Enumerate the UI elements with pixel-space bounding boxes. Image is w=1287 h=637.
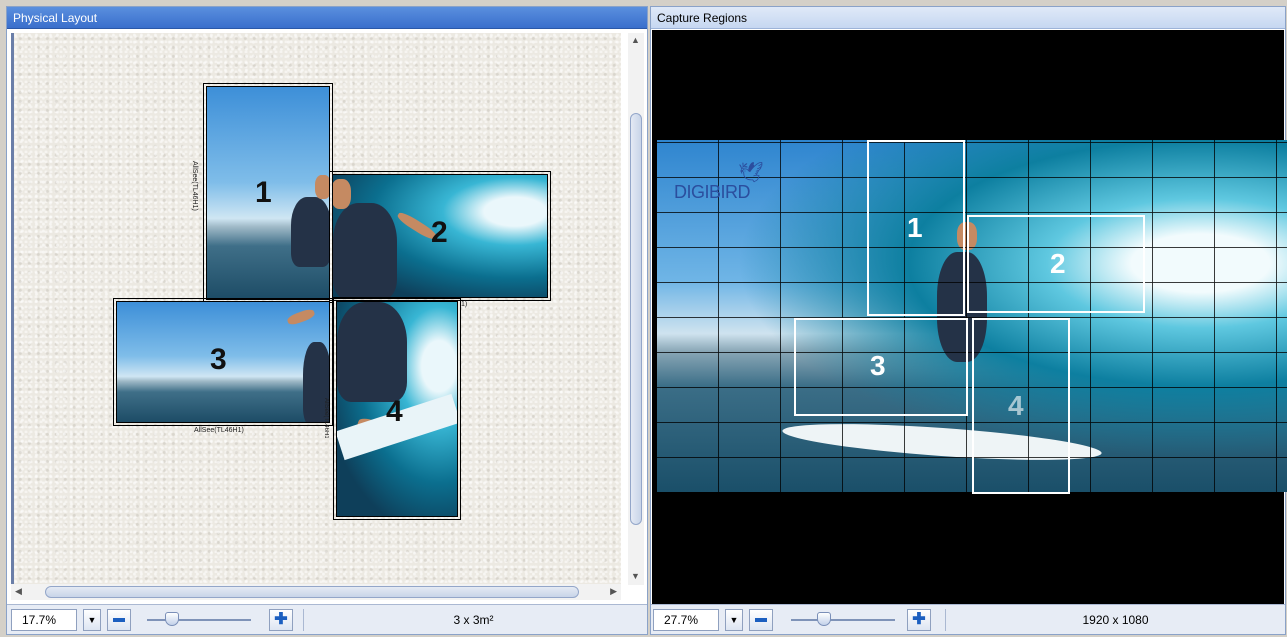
chevron-down-icon[interactable]: ▼ bbox=[725, 609, 743, 631]
zoom-in-button[interactable]: ✚ bbox=[269, 609, 293, 631]
capture-regions-panel: Capture Regions DIGIBIRD 🕊 1 2 3 4 27.7%… bbox=[650, 6, 1287, 635]
display-number: 4 bbox=[386, 395, 403, 428]
display-label: AllSee(TL46H1) bbox=[191, 161, 198, 211]
layout-size-label: 3 x 3m² bbox=[303, 609, 643, 631]
layout-canvas[interactable]: 1 AllSee(TL46H1) 2 1) 3 AllSee(TL46H1) 4… bbox=[11, 33, 621, 589]
display-number: 1 bbox=[255, 176, 272, 209]
panel-title: Capture Regions bbox=[651, 7, 1285, 29]
region-number: 4 bbox=[1008, 390, 1024, 421]
region-number: 1 bbox=[907, 212, 923, 243]
horizontal-scrollbar[interactable]: ◀ ▶ bbox=[11, 584, 621, 600]
display-label: AllSee(TL46H1) bbox=[194, 427, 244, 434]
panel-title: Physical Layout bbox=[7, 7, 647, 29]
vertical-scrollbar[interactable]: ▲ ▼ bbox=[628, 33, 644, 585]
plus-icon: ✚ bbox=[912, 611, 926, 628]
zoom-in-button[interactable]: ✚ bbox=[907, 609, 931, 631]
display-label: AllSee(TL46H1) bbox=[323, 398, 329, 438]
plus-icon: ✚ bbox=[274, 611, 288, 628]
scroll-up-icon[interactable]: ▲ bbox=[631, 35, 640, 45]
zoom-slider[interactable] bbox=[791, 619, 895, 621]
zoom-level-field[interactable]: 27.7% bbox=[653, 609, 719, 631]
zoom-out-button[interactable] bbox=[749, 609, 773, 631]
region-number: 2 bbox=[1050, 248, 1066, 279]
scroll-left-icon[interactable]: ◀ bbox=[15, 586, 22, 597]
capture-preview[interactable]: DIGIBIRD 🕊 1 2 3 4 bbox=[652, 30, 1287, 604]
display-label: 1) bbox=[461, 301, 468, 308]
scroll-down-icon[interactable]: ▼ bbox=[631, 571, 640, 581]
scroll-right-icon[interactable]: ▶ bbox=[610, 586, 617, 597]
chevron-down-icon[interactable]: ▼ bbox=[83, 609, 101, 631]
display-number: 2 bbox=[431, 216, 448, 249]
scroll-thumb[interactable] bbox=[45, 586, 579, 598]
zoom-slider-knob[interactable] bbox=[817, 612, 831, 626]
zoom-level-field[interactable]: 17.7% bbox=[11, 609, 77, 631]
minus-icon bbox=[755, 617, 767, 622]
zoom-slider-knob[interactable] bbox=[165, 612, 179, 626]
minus-icon bbox=[113, 617, 125, 622]
capture-toolbar: 27.7% ▼ ✚ 1920 x 1080 bbox=[651, 604, 1285, 634]
layout-toolbar: 17.7% ▼ ✚ 3 x 3m² bbox=[7, 604, 647, 634]
region-number: 3 bbox=[870, 350, 886, 381]
physical-layout-panel: Physical Layout 1 AllSee(TL46H1) 2 1) 3 … bbox=[6, 6, 648, 635]
display-number: 3 bbox=[210, 343, 227, 376]
resolution-label: 1920 x 1080 bbox=[945, 609, 1285, 631]
bird-icon: 🕊 bbox=[738, 162, 764, 184]
scroll-thumb[interactable] bbox=[630, 113, 642, 525]
zoom-slider[interactable] bbox=[147, 619, 251, 621]
zoom-out-button[interactable] bbox=[107, 609, 131, 631]
brand-logo: DIGIBIRD bbox=[674, 182, 751, 202]
